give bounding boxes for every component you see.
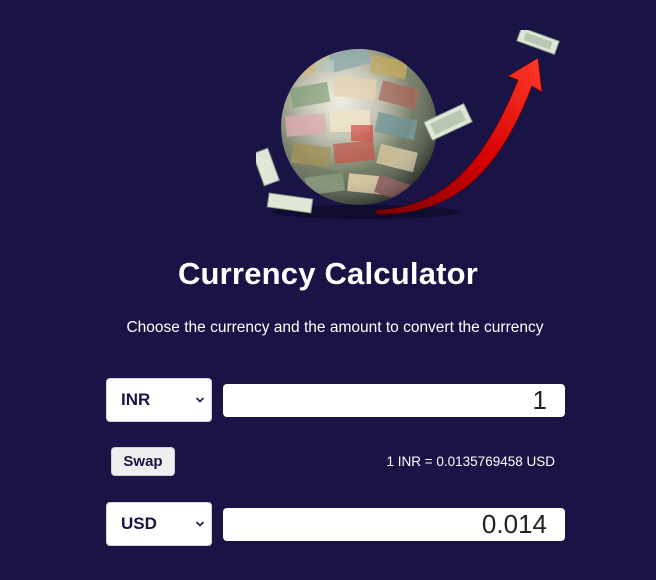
page-subtitle: Choose the currency and the amount to co… xyxy=(126,319,544,336)
page-title: Currency Calculator xyxy=(177,256,479,291)
to-currency-select[interactable]: USD xyxy=(106,502,212,546)
exchange-rate-text: 1 INR = 0.0135769458 USD xyxy=(386,454,556,469)
to-currency-value: USD xyxy=(121,514,157,533)
from-amount-input[interactable] xyxy=(223,384,565,417)
to-amount-input[interactable] xyxy=(223,508,565,541)
from-currency-value: INR xyxy=(121,390,151,409)
chevron-down-icon xyxy=(195,521,205,527)
from-currency-select[interactable]: INR xyxy=(106,378,212,422)
swap-button[interactable]: Swap xyxy=(111,447,175,476)
chevron-down-icon xyxy=(195,397,205,403)
money-globe-illustration xyxy=(252,26,566,225)
